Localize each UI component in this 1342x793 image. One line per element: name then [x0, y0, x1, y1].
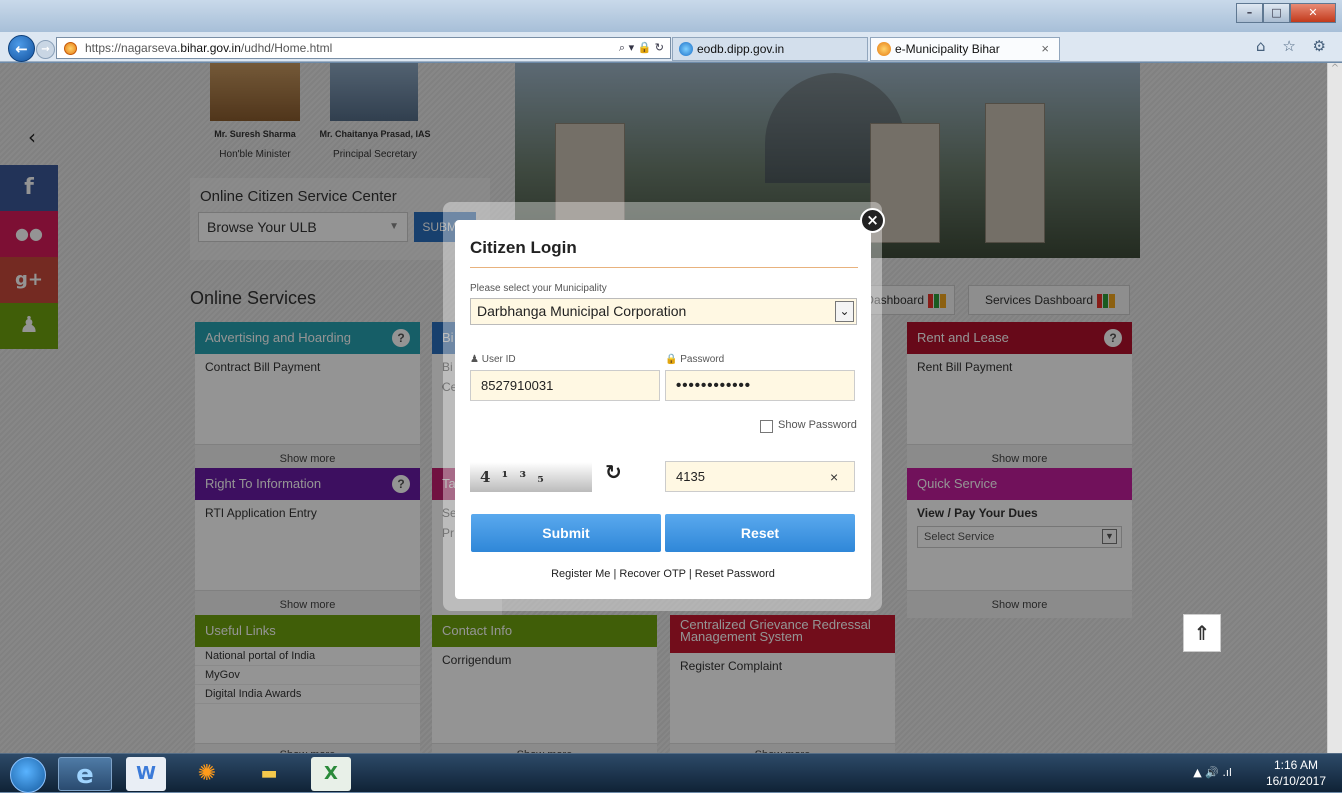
password-label: 🔒 Password [665, 354, 724, 365]
refresh-captcha-icon[interactable]: ↻ [605, 460, 622, 484]
address-tools[interactable]: ⌕ ▾ 🔒 ↻ [619, 38, 664, 58]
tab-emunicipality[interactable]: e-Municipality Bihar × [870, 37, 1060, 61]
clock-time: 1:16 AM [1273, 758, 1318, 772]
submit-button[interactable]: Submit [471, 514, 661, 552]
captcha-input[interactable]: 4135 [665, 461, 855, 492]
back-icon[interactable]: ← [8, 35, 35, 62]
reset-button[interactable]: Reset [665, 514, 855, 552]
taskbar: e W ✺ ▬ X ▲ 🔊 .ıl 1:16 AM 16/10/2017 [0, 753, 1342, 793]
userid-input[interactable]: 8527910031 [470, 370, 660, 401]
register-link[interactable]: Register Me [551, 568, 610, 580]
municipality-select[interactable]: Darbhanga Municipal Corporation ⌄ [470, 298, 857, 325]
ie-tab-icon [679, 42, 693, 56]
url-domain: bihar.gov.in [180, 41, 241, 55]
vertical-scrollbar[interactable]: ^ [1327, 63, 1342, 753]
tab-close-icon[interactable]: × [1041, 38, 1049, 60]
userid-label-text: User ID [481, 354, 516, 365]
start-button[interactable] [10, 757, 46, 793]
tab-eodb[interactable]: eodb.dipp.gov.in [672, 37, 868, 61]
modal-title: Citizen Login [470, 238, 577, 257]
maximize-icon[interactable]: □ [1263, 3, 1290, 23]
tray-icons[interactable]: ▲ 🔊 .ıl [1193, 766, 1232, 779]
scroll-up-icon[interactable]: ^ [1328, 63, 1342, 74]
municipality-label: Please select your Municipality [470, 283, 607, 294]
folder-icon[interactable]: ▬ [242, 757, 296, 791]
userid-label: ♟ User ID [470, 354, 516, 365]
divider [470, 267, 858, 268]
tab-label: e-Municipality Bihar [895, 42, 1000, 56]
citizen-login-modal: Citizen Login Please select your Municip… [455, 220, 871, 599]
address-bar[interactable]: https://nagarseva.bihar.gov.in/udhd/Home… [56, 37, 671, 59]
browser-navbar: ← → https://nagarseva.bihar.gov.in/udhd/… [0, 32, 1342, 62]
tab-label: eodb.dipp.gov.in [697, 42, 785, 56]
clock-date: 16/10/2017 [1265, 774, 1326, 788]
window-titlebar: – □ ✕ [0, 0, 1342, 32]
captcha-image: 4 ¹ ³ ₅ [470, 462, 592, 492]
home-favorites-settings-icons[interactable]: ⌂ ☆ ⚙ [1256, 37, 1332, 55]
excel-icon[interactable]: X [311, 757, 351, 791]
close-icon[interactable]: × [860, 208, 885, 233]
reset-password-link[interactable]: Reset Password [695, 568, 775, 580]
minimize-icon[interactable]: – [1236, 3, 1263, 23]
url-prefix: https://nagarseva. [85, 41, 181, 55]
url-path: /udhd/Home.html [240, 41, 333, 55]
site-favicon-icon [64, 42, 77, 55]
internet-explorer-icon[interactable]: e [58, 757, 112, 791]
window-controls: – □ ✕ [1236, 3, 1336, 23]
modal-links: Register Me | Recover OTP | Reset Passwo… [551, 568, 775, 580]
site-tab-icon [877, 42, 891, 56]
municipality-value: Darbhanga Municipal Corporation [477, 303, 687, 319]
close-window-icon[interactable]: ✕ [1290, 3, 1336, 23]
show-password-label: Show Password [778, 419, 857, 431]
forward-icon[interactable]: → [36, 40, 55, 59]
clear-icon[interactable]: × [830, 469, 838, 485]
chevron-down-icon: ⌄ [835, 301, 854, 322]
scroll-top-icon[interactable]: ⇑ [1183, 614, 1221, 652]
user-icon: ♟ [470, 354, 479, 365]
password-label-text: Password [680, 354, 725, 365]
password-input[interactable]: •••••••••••• [665, 370, 855, 401]
lock-icon: 🔒 [665, 354, 678, 365]
show-password-checkbox[interactable] [760, 420, 773, 433]
recover-otp-link[interactable]: Recover OTP [619, 568, 685, 580]
clock[interactable]: 1:16 AM 16/10/2017 [1266, 757, 1326, 789]
word-icon[interactable]: W [126, 757, 166, 791]
app-icon[interactable]: ✺ [180, 757, 234, 791]
